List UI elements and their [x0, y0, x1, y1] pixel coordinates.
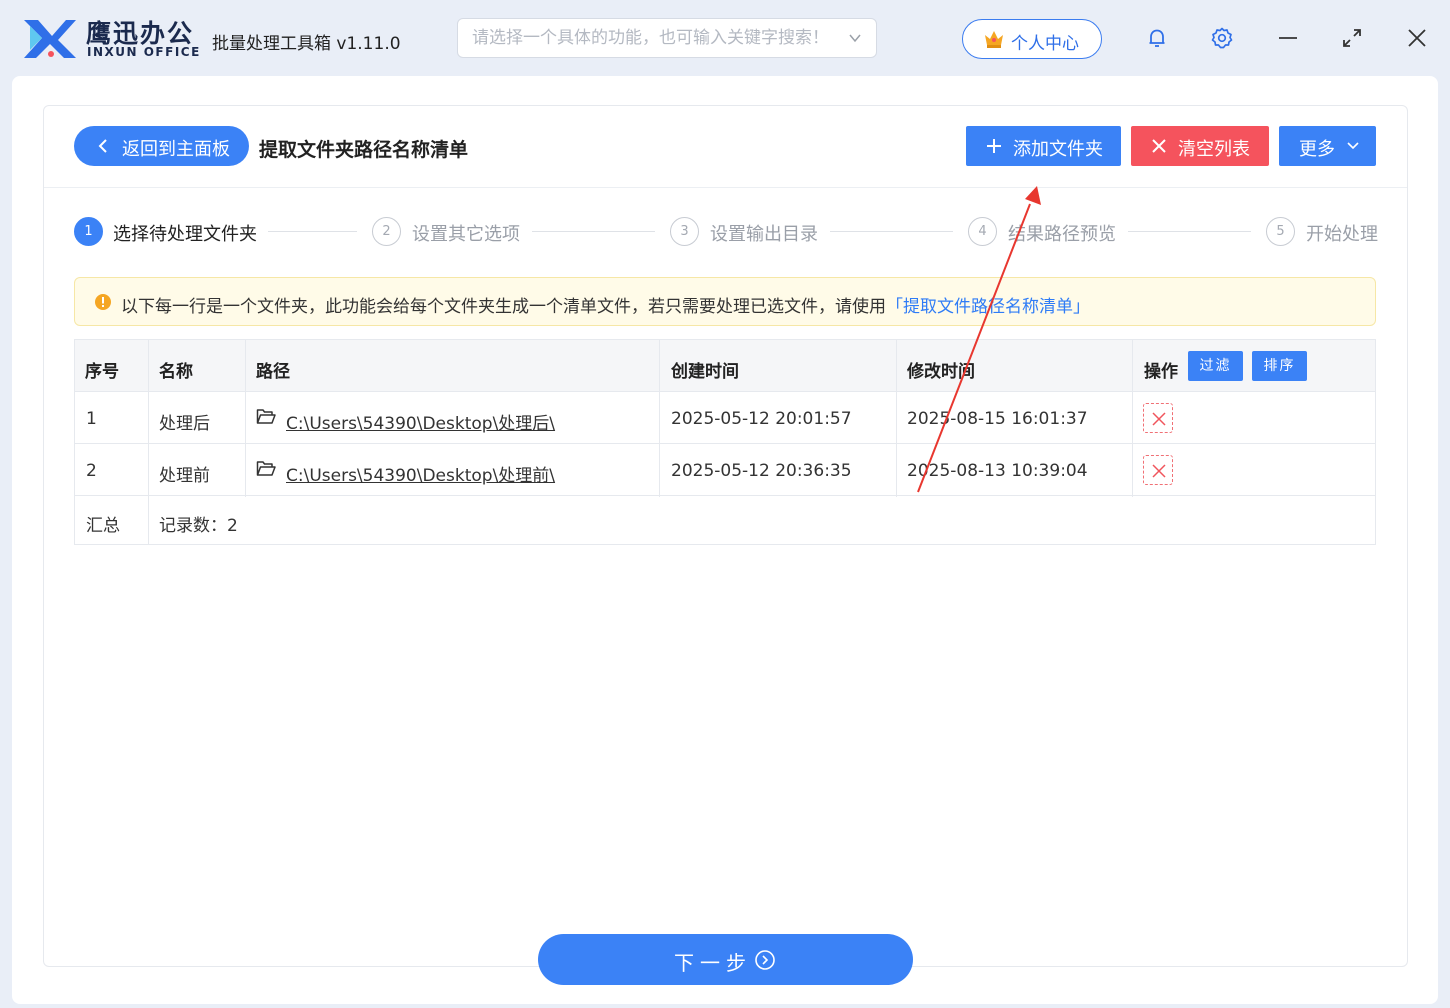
column-header-actions: 操作: [1144, 362, 1178, 382]
title-bar: 鹰迅办公 INXUN OFFICE 批量处理工具箱 v1.11.0 个人中心: [0, 0, 1450, 76]
more-button[interactable]: 更多: [1279, 126, 1376, 166]
delete-row-button[interactable]: [1143, 403, 1173, 433]
delete-row-button[interactable]: [1143, 455, 1173, 485]
folder-open-icon: [256, 409, 276, 424]
warning-icon: [95, 294, 111, 310]
plus-icon: [987, 139, 1001, 153]
gear-icon[interactable]: [1210, 26, 1234, 50]
maximize-icon[interactable]: [1340, 26, 1364, 50]
next-step-label: 下一步: [674, 951, 752, 975]
next-step-button[interactable]: 下一步: [538, 934, 913, 985]
table-header: 序号 名称 路径 创建时间 修改时间 操作 过滤 排序: [75, 340, 1375, 392]
row-path-link[interactable]: C:\Users\54390\Desktop\处理前\: [286, 461, 555, 486]
circle-arrow-right-icon: [755, 950, 775, 970]
step-1-number: 1: [74, 217, 103, 246]
close-icon: [1152, 412, 1166, 426]
page-title: 提取文件夹路径名称清单: [259, 139, 469, 161]
close-icon: [1152, 464, 1166, 478]
column-header-created: 创建时间: [671, 362, 739, 382]
summary-label: 汇总: [86, 516, 120, 536]
summary-row: 汇总 记录数：2: [75, 497, 1375, 544]
step-2-number: 2: [372, 217, 401, 246]
chevron-left-icon: [98, 139, 107, 153]
column-header-path: 路径: [256, 362, 290, 382]
row-created: 2025-05-12 20:01:57: [671, 409, 852, 429]
record-count: 记录数：2: [159, 516, 238, 536]
clear-list-label: 清空列表: [1178, 139, 1250, 160]
step-5-label: 开始处理: [1306, 224, 1378, 245]
chevron-down-icon[interactable]: [848, 31, 862, 45]
more-label: 更多: [1299, 139, 1335, 160]
column-divider: [245, 340, 246, 497]
row-name: 处理后: [159, 414, 210, 434]
column-divider: [148, 340, 149, 544]
notice-banner: 以下每一行是一个文件夹，此功能会给每个文件夹生成一个清单文件，若只需要处理已选文…: [74, 277, 1376, 326]
step-connector: [532, 231, 655, 232]
bell-icon[interactable]: [1145, 26, 1169, 50]
user-center-label: 个人中心: [1011, 34, 1079, 54]
back-to-main-button[interactable]: 返回到主面板: [74, 126, 249, 166]
table-row: 1 处理后 C:\Users\54390\Desktop\处理后\ 2025-0…: [75, 392, 1375, 444]
add-folder-button[interactable]: 添加文件夹: [966, 126, 1121, 166]
column-divider: [896, 340, 897, 497]
back-button-label: 返回到主面板: [122, 139, 230, 160]
notice-text: 以下每一行是一个文件夹，此功能会给每个文件夹生成一个清单文件，若只需要处理已选文…: [121, 297, 886, 317]
column-divider: [1132, 340, 1133, 497]
column-divider: [659, 340, 660, 497]
inxun-logo-icon: [24, 20, 76, 58]
step-3-label: 设置输出目录: [710, 224, 818, 245]
step-5-number: 5: [1266, 217, 1295, 246]
crown-icon: [985, 31, 1003, 48]
step-connector: [1128, 231, 1251, 232]
row-path-link[interactable]: C:\Users\54390\Desktop\处理后\: [286, 409, 555, 434]
step-4-number: 4: [968, 217, 997, 246]
minimize-icon[interactable]: [1276, 26, 1300, 50]
user-center-button[interactable]: 个人中心: [962, 19, 1102, 59]
header-divider: [44, 187, 1407, 188]
column-header-modified: 修改时间: [907, 362, 975, 382]
row-modified: 2025-08-13 10:39:04: [907, 461, 1088, 481]
filter-button[interactable]: 过滤: [1188, 351, 1243, 381]
step-4-label: 结果路径预览: [1008, 224, 1116, 245]
app-title: 批量处理工具箱 v1.11.0: [212, 34, 401, 54]
brand-name-en: INXUN OFFICE: [87, 45, 201, 59]
column-header-index: 序号: [85, 362, 119, 382]
row-index: 2: [86, 461, 97, 481]
step-3-number: 3: [670, 217, 699, 246]
folder-table: 序号 名称 路径 创建时间 修改时间 操作 过滤 排序 1 处理后 C:\Use…: [74, 339, 1376, 545]
row-created: 2025-05-12 20:36:35: [671, 461, 852, 481]
column-header-name: 名称: [159, 362, 193, 382]
step-connector: [268, 231, 357, 232]
clear-list-button[interactable]: 清空列表: [1131, 126, 1269, 166]
sort-button[interactable]: 排序: [1252, 351, 1307, 381]
close-icon[interactable]: [1405, 26, 1429, 50]
step-2-label: 设置其它选项: [412, 224, 520, 245]
add-folder-label: 添加文件夹: [1013, 139, 1103, 160]
function-search-box[interactable]: [457, 18, 877, 58]
row-index: 1: [86, 409, 97, 429]
table-row: 2 处理前 C:\Users\54390\Desktop\处理前\ 2025-0…: [75, 444, 1375, 496]
folder-open-icon: [256, 461, 276, 476]
row-name: 处理前: [159, 466, 210, 486]
close-icon: [1152, 139, 1166, 153]
search-input[interactable]: [472, 27, 842, 49]
chevron-down-icon: [1347, 142, 1359, 150]
step-connector: [830, 231, 953, 232]
step-1-label: 选择待处理文件夹: [113, 224, 257, 245]
row-modified: 2025-08-15 16:01:37: [907, 409, 1088, 429]
notice-link[interactable]: 「提取文件路径名称清单」: [886, 297, 1090, 317]
